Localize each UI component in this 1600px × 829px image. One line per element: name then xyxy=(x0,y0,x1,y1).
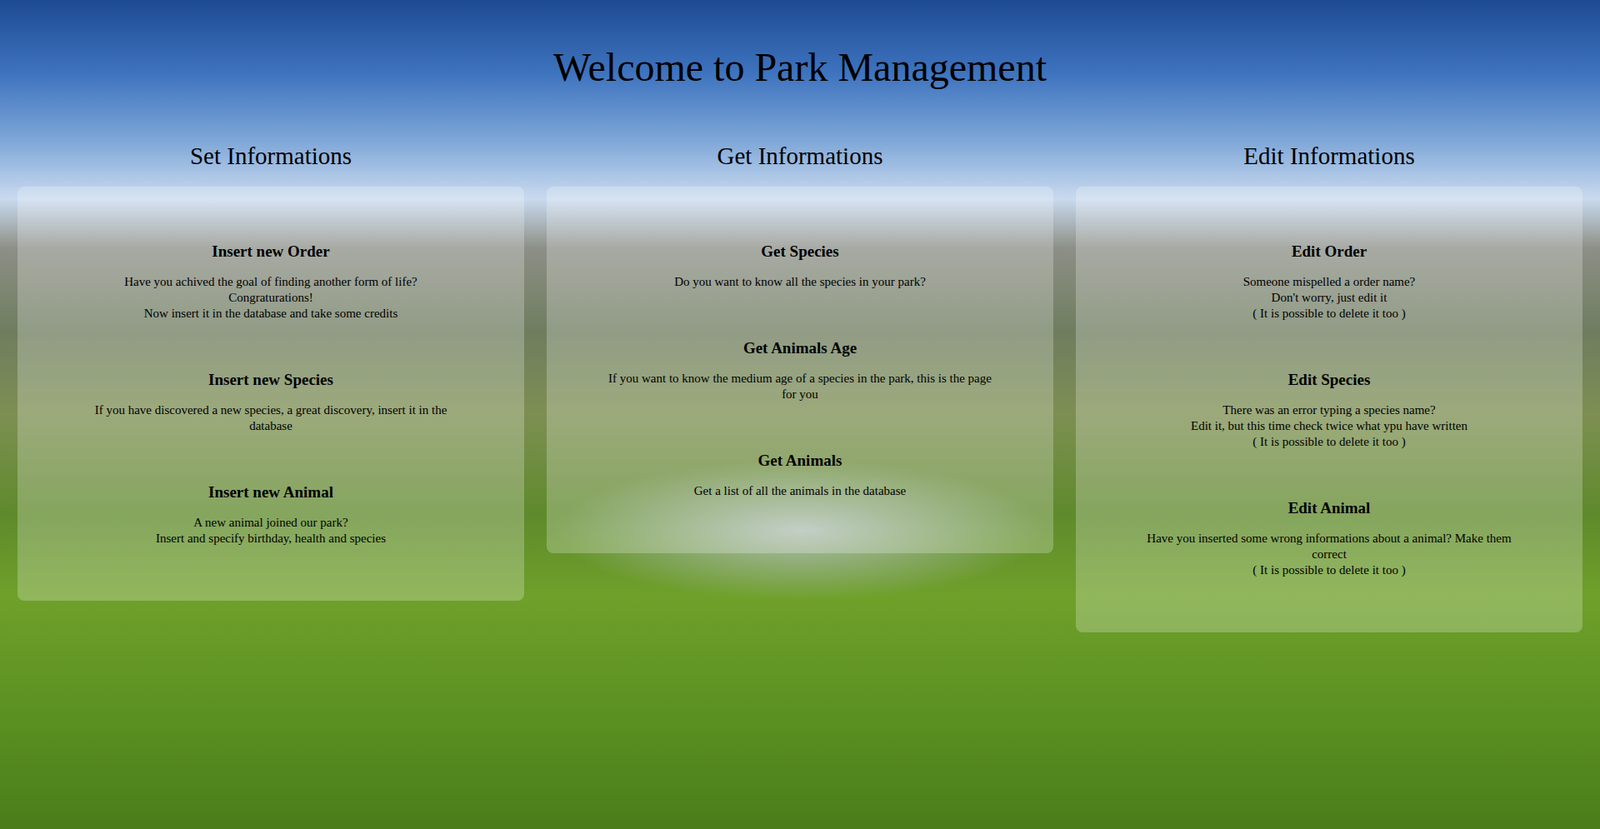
menu-item-description: ( It is possible to delete it too ) xyxy=(1134,305,1525,322)
menu-item[interactable]: Insert new Animal A new animal joined our… xyxy=(75,482,466,547)
menu-item-description: There was an error typing a species name… xyxy=(1134,402,1525,419)
menu-item-description: Someone mispelled a order name? xyxy=(1134,274,1525,290)
menu-item-description: Don't worry, just edit it xyxy=(1134,290,1525,306)
column-panel: Insert new Order Have you achived the goa… xyxy=(17,186,525,601)
column: Get Informations Get Species Do you want t… xyxy=(546,141,1054,554)
menu-item-description: ( It is possible to delete it too ) xyxy=(1134,434,1525,450)
menu-item-description: Insert and specify birthday, health and … xyxy=(75,530,466,547)
menu-item-description: Edit it, but this time check twice what … xyxy=(1134,418,1525,435)
column: Set Informations Insert new Order Have you… xyxy=(17,141,525,601)
menu-item-description: A new animal joined our park? xyxy=(75,515,466,531)
column: Edit Informations Edit Order Someone mispe… xyxy=(1075,141,1583,633)
menu-item-description: Now insert it in the database and take s… xyxy=(75,305,466,322)
menu-item-title[interactable]: Insert new Order xyxy=(75,241,466,261)
menu-item-title[interactable]: Get Species xyxy=(605,241,995,261)
menu-item[interactable]: Edit Species There was an error typing a … xyxy=(1134,370,1525,450)
column-panel: Get Species Do you want to know all the s… xyxy=(546,186,1054,554)
menu-item-description: If you have discovered a new species, a … xyxy=(75,402,466,435)
menu-item-title[interactable]: Edit Animal xyxy=(1134,498,1525,518)
menu-item[interactable]: Get Animals Get a list of all the animals… xyxy=(605,450,995,500)
page: Welcome to Park Management Set Informatio… xyxy=(0,0,1600,666)
menu-item[interactable]: Get Species Do you want to know all the s… xyxy=(605,241,995,290)
menu-item[interactable]: Insert new Species If you have discovered… xyxy=(75,370,466,435)
menu-item-description: ( It is possible to delete it too ) xyxy=(1134,562,1525,579)
columns: Set Informations Insert new Order Have you… xyxy=(17,141,1583,633)
menu-item-title[interactable]: Get Animals xyxy=(605,450,995,470)
menu-item-title[interactable]: Edit Order xyxy=(1134,241,1525,261)
page-title: Welcome to Park Management xyxy=(17,43,1583,92)
menu-item[interactable]: Edit Order Someone mispelled a order name… xyxy=(1134,241,1525,322)
menu-item-description: Congraturations! xyxy=(75,290,466,306)
column-heading: Set Informations xyxy=(17,141,525,171)
menu-item-description: Have you achived the goal of finding ano… xyxy=(75,274,466,290)
menu-item-title[interactable]: Insert new Species xyxy=(75,370,466,390)
menu-item-title[interactable]: Edit Species xyxy=(1134,370,1525,390)
menu-item[interactable]: Edit Animal Have you inserted some wrong … xyxy=(1134,498,1525,579)
menu-item-description: If you want to know the medium age of a … xyxy=(605,370,995,403)
column-panel: Edit Order Someone mispelled a order name… xyxy=(1075,186,1583,633)
menu-item-title[interactable]: Get Animals Age xyxy=(605,338,995,358)
menu-item-description: Get a list of all the animals in the dat… xyxy=(605,483,995,500)
column-heading: Edit Informations xyxy=(1075,141,1583,171)
menu-item[interactable]: Insert new Order Have you achived the goa… xyxy=(75,241,466,322)
menu-item[interactable]: Get Animals Age If you want to know the m… xyxy=(605,338,995,403)
column-heading: Get Informations xyxy=(546,141,1054,171)
menu-item-description: Do you want to know all the species in y… xyxy=(605,274,995,290)
menu-item-description: Have you inserted some wrong information… xyxy=(1134,530,1525,563)
menu-item-title[interactable]: Insert new Animal xyxy=(75,482,466,502)
